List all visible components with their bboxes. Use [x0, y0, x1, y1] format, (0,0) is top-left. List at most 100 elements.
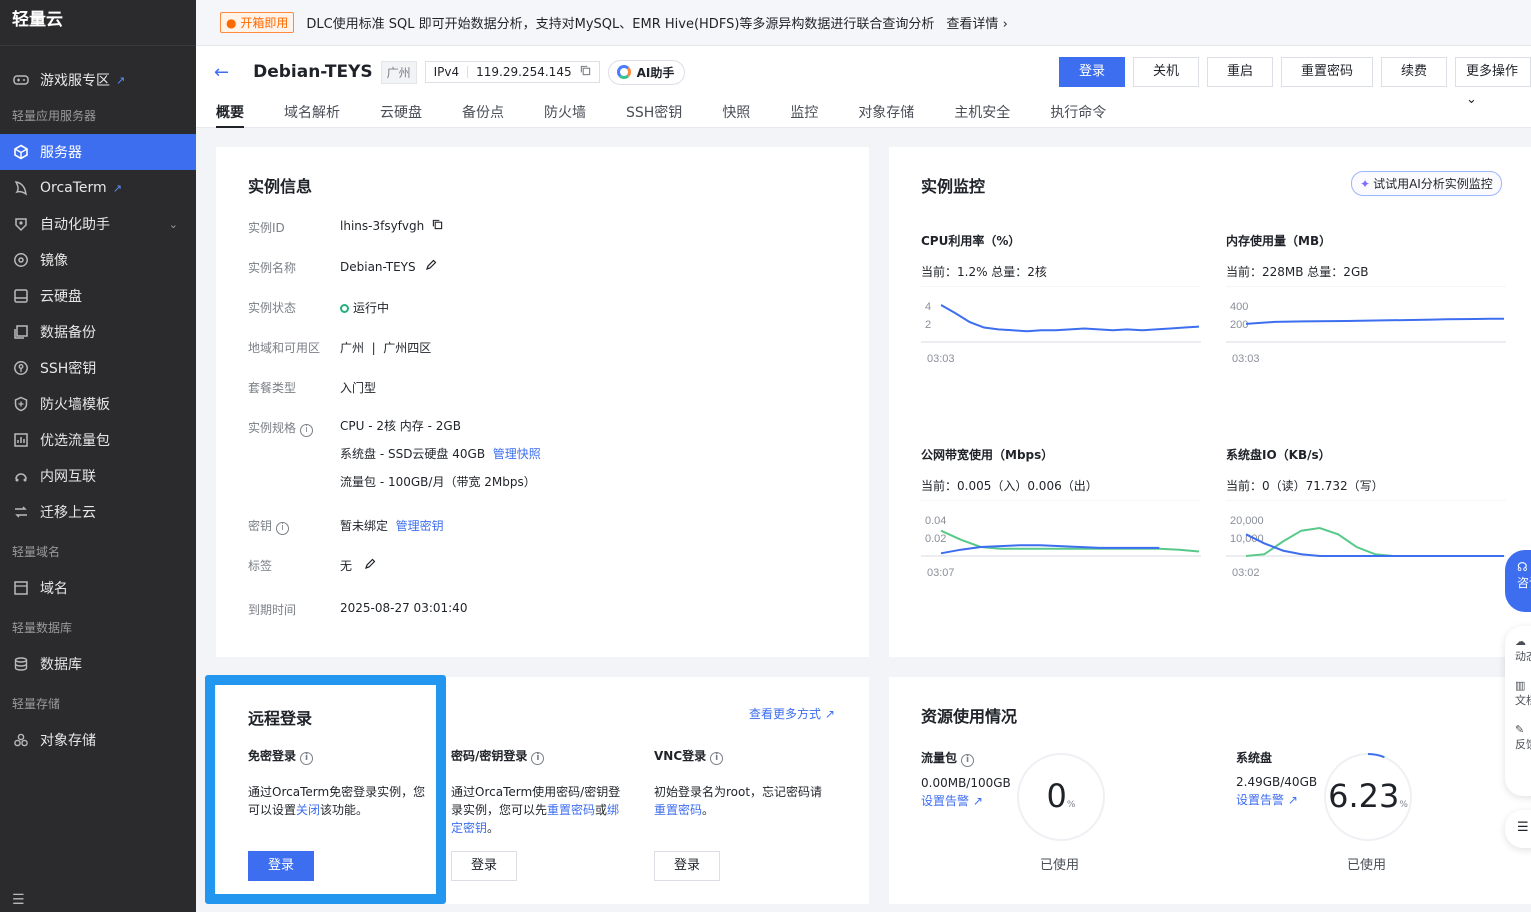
banner-tag-text: 开箱即用 — [240, 16, 289, 30]
collapse-menu-icon[interactable]: ☰ — [12, 892, 25, 908]
tab-monitor[interactable]: 监控 — [790, 102, 818, 128]
help-icon[interactable]: i — [300, 424, 314, 437]
instance-expire: 2025-08-27 03:01:40 — [340, 601, 468, 615]
float-list-button[interactable]: ☰ — [1505, 810, 1531, 848]
desc-text: 或 — [595, 803, 608, 817]
info-label: 标签 — [248, 559, 273, 573]
y-tick-label: 0.04 — [925, 515, 946, 527]
tab-object-storage[interactable]: 对象存储 — [858, 102, 914, 128]
ai-assistant-button[interactable]: AI助手 — [607, 59, 686, 85]
external-link-icon: ↗ — [972, 794, 983, 808]
info-label: 实例名称 — [248, 261, 297, 275]
sidebar-item-ssh[interactable]: SSH密钥 — [0, 350, 196, 386]
sidebar-item-intranet[interactable]: 内网互联 — [0, 458, 196, 494]
spec-cpu: CPU - 2核 内存 - 2GB — [340, 419, 461, 433]
desc-text: 。 — [487, 821, 500, 835]
float-dynamic-button[interactable]: ☁ 动态 — [1515, 634, 1531, 664]
ai-analyze-label: 试试用AI分析实例监控 — [1373, 177, 1493, 191]
sidebar-item-automation[interactable]: 自动化助手 ⌄ — [0, 206, 196, 242]
login-button[interactable]: 登录 — [1059, 57, 1125, 87]
sidebar-item-database[interactable]: 数据库 — [0, 646, 196, 682]
back-arrow-icon[interactable]: ← — [214, 62, 229, 83]
sidebar-section-domain: 轻量域名 — [12, 545, 61, 559]
sidebar-item-server[interactable]: 服务器 — [0, 134, 196, 170]
renew-button[interactable]: 续费 — [1381, 57, 1447, 87]
vnc-login-desc: 初始登录名为root，忘记密码请重置密码。 — [654, 783, 834, 829]
consult-float-button[interactable]: ☊ 咨询 — [1505, 550, 1531, 612]
sidebar-item-label: 云硬盘 — [40, 289, 82, 305]
sidebar-item-traffic[interactable]: 优选流量包 — [0, 422, 196, 458]
x-tick-label: 03:07 — [927, 567, 955, 579]
ai-analyze-button[interactable]: ✦ 试试用AI分析实例监控 — [1351, 171, 1502, 196]
float-docs-button[interactable]: ▥ 文档 — [1515, 678, 1531, 708]
manage-snapshot-link[interactable]: 管理快照 — [493, 447, 541, 461]
reset-password-link[interactable]: 重置密码 — [654, 803, 702, 817]
y-tick-label: 2 — [925, 319, 931, 331]
tab-dns[interactable]: 域名解析 — [284, 102, 340, 128]
alert-text: 设置告警 — [1236, 793, 1285, 807]
promo-banner: ● 开箱即用 DLC使用标准 SQL 即可开始数据分析，支持对MySQL、EMR… — [196, 0, 1531, 46]
tab-overview[interactable]: 概要 — [216, 102, 244, 128]
tab-firewall[interactable]: 防火墙 — [544, 102, 586, 128]
help-icon[interactable]: i — [710, 752, 724, 765]
sidebar-item-domain[interactable]: 域名 — [0, 570, 196, 606]
reset-password-button[interactable]: 重置密码 — [1281, 57, 1373, 87]
banner-more-link[interactable]: 查看详情 › — [946, 13, 1007, 32]
help-icon[interactable]: i — [531, 752, 545, 765]
manage-key-link[interactable]: 管理密钥 — [396, 519, 444, 533]
edit-pencil-icon[interactable] — [364, 558, 376, 573]
resource-title: 资源使用情况 — [921, 707, 1018, 726]
tab-ssh[interactable]: SSH密钥 — [626, 102, 682, 128]
info-row-plan: 套餐类型 入门型 — [248, 379, 376, 396]
desc-text: 初始登录名为root，忘记密码请 — [654, 785, 823, 799]
tab-disk[interactable]: 云硬盘 — [380, 102, 422, 128]
sidebar-item-label: 域名 — [40, 581, 68, 597]
chart-current: 当前：1.2% 总量：2核 — [921, 265, 1047, 279]
tab-host-security[interactable]: 主机安全 — [954, 102, 1010, 128]
copy-icon[interactable] — [580, 65, 591, 79]
shield-icon — [12, 395, 30, 413]
info-label: 密钥 i — [248, 517, 340, 535]
tab-snapshot[interactable]: 快照 — [722, 102, 750, 128]
series-line — [940, 304, 1200, 333]
status-running-icon — [340, 304, 349, 313]
password-login-button[interactable]: 登录 — [451, 851, 517, 881]
key-circle-icon — [12, 359, 30, 377]
chart-title: CPU利用率（%） — [921, 234, 1021, 248]
brand-logo[interactable]: 轻量云 — [0, 0, 196, 46]
sidebar-item-backup[interactable]: 数据备份 — [0, 314, 196, 350]
sidebar-item-object-storage[interactable]: 对象存储 — [0, 722, 196, 758]
disk-value: 2.49GB/40GB — [1236, 775, 1318, 789]
sidebar-item-label: 数据库 — [40, 657, 82, 673]
help-icon[interactable]: i — [961, 754, 975, 767]
memory-chart: 内存使用量（MB） 当前：228MB 总量：2GB 400 200 03:03 — [1226, 232, 1516, 412]
traffic-alert-link[interactable]: 设置告警 ↗ — [921, 792, 1011, 809]
sidebar-item-migrate[interactable]: 迁移上云 — [0, 494, 196, 530]
vnc-login-button[interactable]: 登录 — [654, 851, 720, 881]
help-icon[interactable]: i — [276, 522, 290, 535]
reset-password-link[interactable]: 重置密码 — [547, 803, 595, 817]
sidebar-item-game[interactable]: 游戏服专区 ↗ — [0, 62, 196, 98]
tab-backup[interactable]: 备份点 — [462, 102, 504, 128]
copy-icon[interactable] — [432, 219, 443, 233]
disk-alert-link[interactable]: 设置告警 ↗ — [1236, 791, 1317, 808]
book-icon: ▥ — [1515, 679, 1526, 692]
more-actions-button[interactable]: 更多操作 ⌄ — [1455, 57, 1531, 107]
chart-current: 当前：0.005（入）0.006（出） — [921, 479, 1098, 493]
sidebar-item-firewall[interactable]: 防火墙模板 — [0, 386, 196, 422]
info-row-spec: 实例规格 i CPU - 2核 内存 - 2GB 系统盘 - SSD云硬盘 40G… — [248, 419, 541, 496]
sidebar-item-orcaterm[interactable]: OrcaTerm ↗ — [0, 170, 196, 206]
edit-pencil-icon[interactable] — [425, 259, 437, 274]
more-login-ways-link[interactable]: 查看更多方式 ↗ — [749, 705, 835, 722]
sidebar-item-label: 自动化助手 — [40, 217, 110, 233]
sidebar-item-disk[interactable]: 云硬盘 — [0, 278, 196, 314]
tab-command[interactable]: 执行命令 — [1050, 102, 1106, 128]
sidebar-item-image[interactable]: 镜像 — [0, 242, 196, 278]
float-feedback-button[interactable]: ✎ 反馈 — [1515, 722, 1531, 752]
y-tick-label: 400 — [1230, 301, 1248, 313]
ip-type: IPv4 — [433, 65, 460, 79]
restart-button[interactable]: 重启 — [1207, 57, 1273, 87]
shutdown-button[interactable]: 关机 — [1133, 57, 1199, 87]
disk-title: 系统盘 — [1236, 751, 1273, 765]
spec-disk-text: 系统盘 - SSD云硬盘 40GB — [340, 447, 486, 461]
